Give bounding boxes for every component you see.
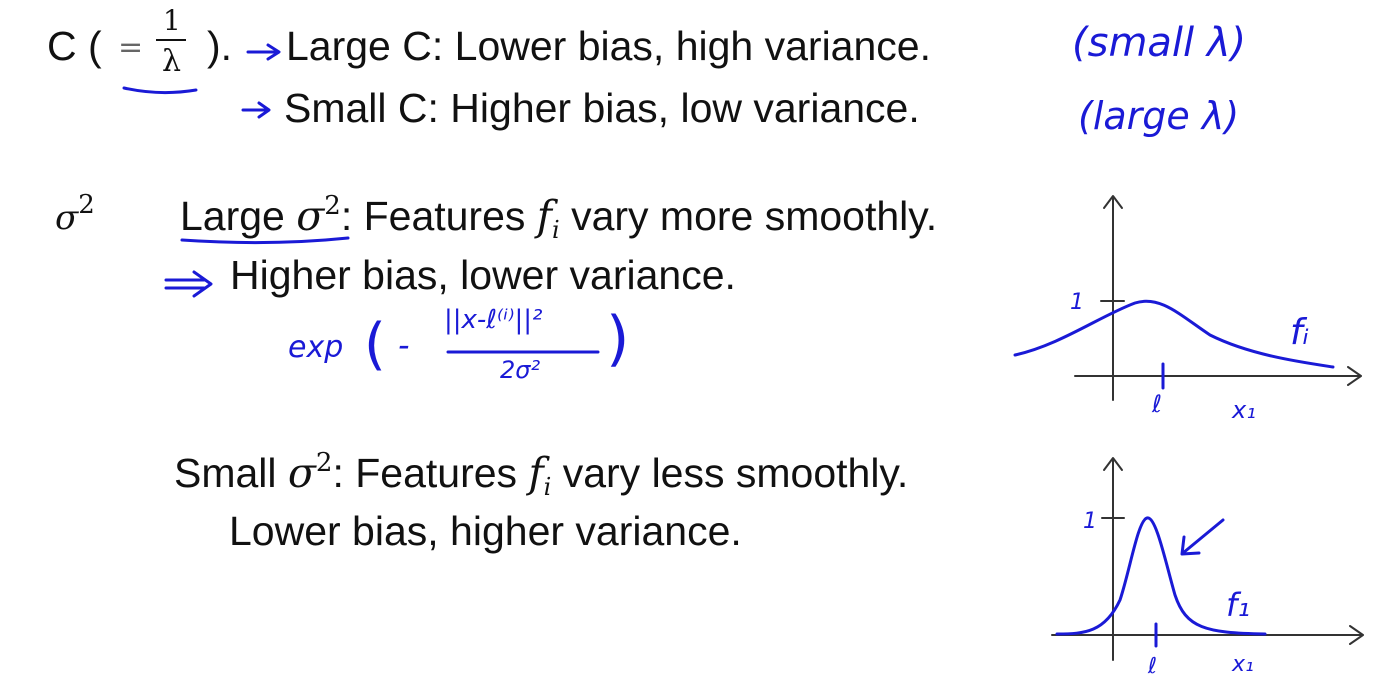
arrow-small-c-icon (241, 101, 271, 119)
graph2-pointer-arrow-icon (1180, 518, 1225, 556)
graph2-curve (1055, 516, 1267, 636)
arrow-large-c-icon (246, 43, 281, 61)
arrow-higher-bias-icon (164, 270, 213, 298)
graph1-curve (1013, 299, 1335, 369)
fraction-underline (122, 86, 198, 95)
graph1-axes (1074, 195, 1362, 401)
large-sigma-underline (180, 236, 350, 245)
ink-layer (122, 43, 1364, 661)
